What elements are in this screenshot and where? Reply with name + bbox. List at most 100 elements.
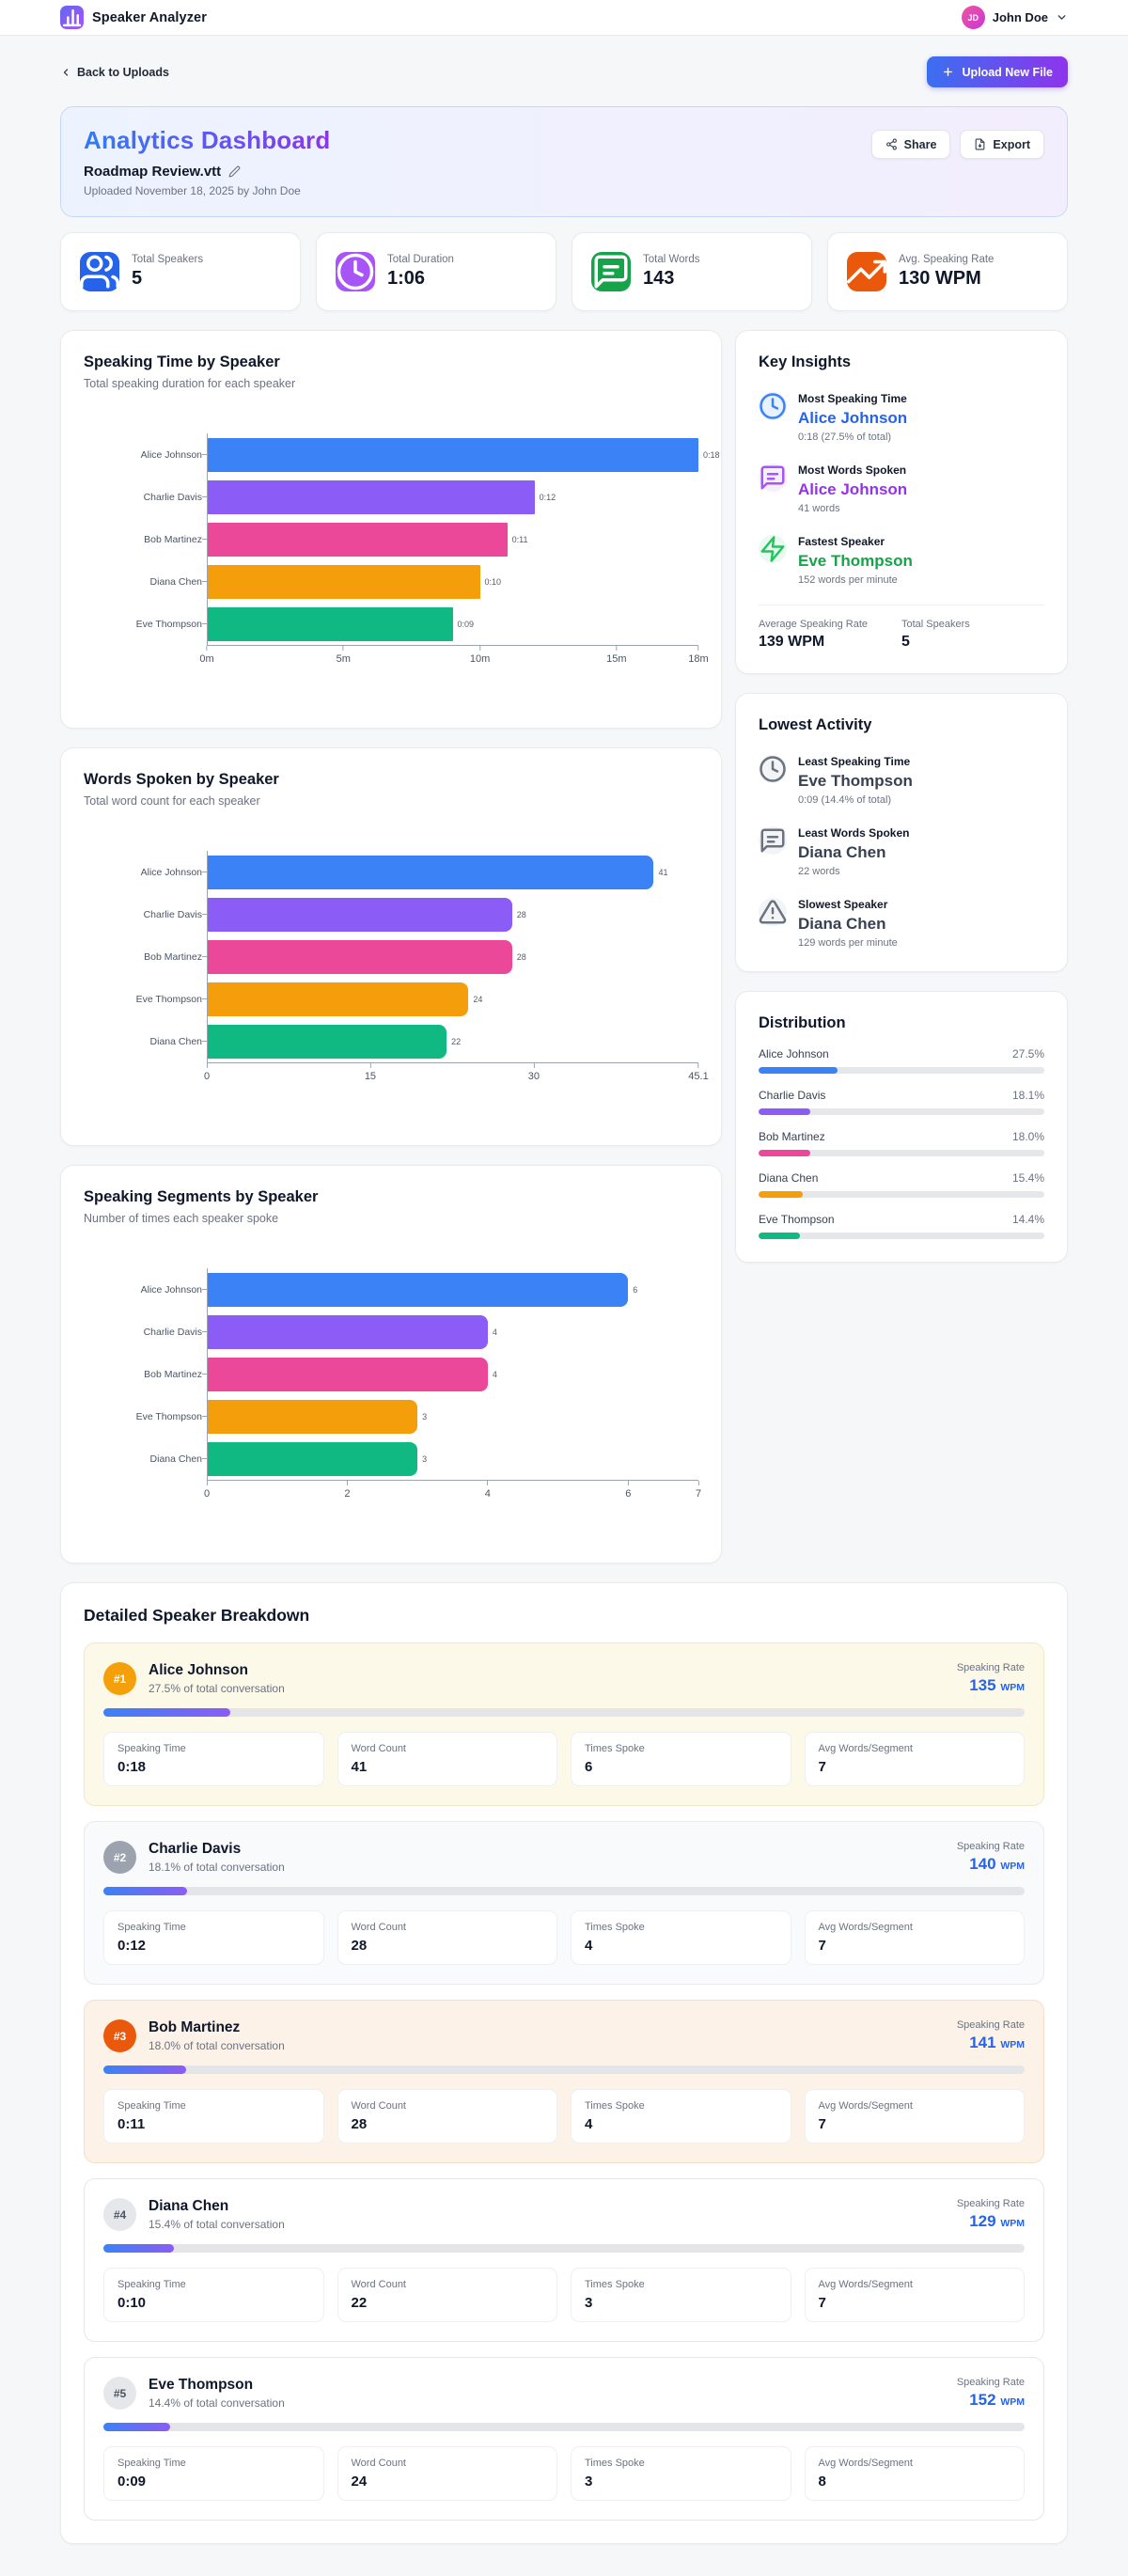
speaker-name: Bob Martinez (149, 2019, 285, 2036)
upload-label: Upload New File (962, 66, 1053, 79)
speaking-rate-value: 135 (969, 1676, 995, 1694)
bar (207, 1315, 488, 1349)
speaker-stat-box: Avg Words/Segment7 (805, 1732, 1026, 1786)
bar-value-label: 0:10 (485, 577, 502, 587)
avg-rate-value: 139 WPM (759, 634, 901, 651)
chart-row: Eve Thompson 3 (84, 1395, 698, 1437)
bar (207, 607, 453, 641)
stat-label: Total Words (643, 254, 700, 265)
insight-detail: 0:09 (14.4% of total) (798, 794, 913, 806)
export-button[interactable]: Export (960, 130, 1044, 159)
bar-value-label: 3 (422, 1412, 427, 1422)
y-axis-label: Bob Martinez (84, 1369, 202, 1380)
stat-card: Total Words 143 (572, 232, 812, 311)
distribution-track (759, 1108, 1044, 1115)
edit-pencil-icon[interactable] (228, 165, 241, 178)
speaker-stats: Speaking Time0:10Word Count22Times Spoke… (103, 2268, 1025, 2322)
topbar: Speaker Analyzer JD John Doe (0, 0, 1128, 36)
x-axis-tick: 18m (688, 646, 708, 665)
bar-value-label: 0:09 (458, 620, 475, 629)
speaker-stat-box: Word Count28 (337, 1910, 558, 1965)
bar-value-label: 4 (493, 1370, 497, 1379)
speaking-rate-label: Speaking Rate (957, 2198, 1025, 2209)
distribution-title: Distribution (759, 1014, 1044, 1032)
bar-value-label: 41 (658, 868, 667, 877)
chart-row: Charlie Davis28 (84, 893, 698, 935)
stat-value: 1:06 (387, 268, 454, 290)
chart-card: Speaking Segments by Speaker Number of t… (60, 1165, 722, 1563)
bar (207, 1273, 628, 1307)
speaker-progress-fill (103, 2423, 170, 2431)
rank-badge: #4 (103, 2198, 136, 2231)
stat-value: 5 (132, 268, 203, 290)
insight-speaker-name: Eve Thompson (798, 552, 913, 571)
y-axis-label: Bob Martinez (84, 534, 202, 545)
y-axis-label: Charlie Davis (84, 909, 202, 920)
share-button[interactable]: Share (871, 130, 951, 159)
x-axis-tick: 10m (470, 646, 490, 665)
insights-column: Key Insights Most Speaking Time Alice Jo… (735, 330, 1068, 1263)
speaker-card: #1 Alice Johnson 27.5% of total conversa… (84, 1642, 1044, 1806)
speaker-stat-box: Avg Words/Segment7 (805, 1910, 1026, 1965)
distribution-row: Alice Johnson 27.5% (759, 1047, 1044, 1074)
y-axis-label: Bob Martinez (84, 951, 202, 963)
charts-column: Speaking Time by Speaker Total speaking … (60, 330, 722, 1563)
y-axis-label: Eve Thompson (84, 619, 202, 630)
bar-chart: Alice Johnson6Charlie Davis4Bob Martinez… (84, 1268, 698, 1508)
insight-speaker-name: Diana Chen (798, 915, 898, 934)
x-axis-tick: 15m (606, 646, 626, 665)
bar (207, 940, 512, 974)
detailed-breakdown-panel: Detailed Speaker Breakdown #1 Alice John… (60, 1582, 1068, 2544)
speaker-stat-box: Word Count41 (337, 1732, 558, 1786)
page-title: Analytics Dashboard (84, 126, 330, 155)
stat-card: Avg. Speaking Rate 130 WPM (827, 232, 1068, 311)
bar-value-label: 0:18 (703, 450, 720, 460)
speaker-share: 14.4% of total conversation (149, 2396, 285, 2410)
stat-value: 143 (643, 268, 700, 290)
clock-icon (759, 755, 787, 783)
y-axis-label: Diana Chen (84, 576, 202, 588)
chart-row: Bob Martinez28 (84, 935, 698, 978)
insight-speaker-name: Diana Chen (798, 843, 909, 862)
distribution-fill (759, 1108, 810, 1115)
speaker-stats: Speaking Time0:11Word Count28Times Spoke… (103, 2089, 1025, 2144)
upload-new-file-button[interactable]: Upload New File (927, 56, 1068, 87)
y-axis-label: Alice Johnson (84, 449, 202, 461)
speaker-stat-box: Speaking Time0:10 (103, 2268, 324, 2322)
user-menu[interactable]: JD John Doe (962, 6, 1068, 29)
y-axis-label: Alice Johnson (84, 1284, 202, 1296)
distribution-rows: Alice Johnson 27.5% Charlie Davis 18.1% … (759, 1047, 1044, 1239)
avatar: JD (962, 6, 985, 29)
file-name: Roadmap Review.vtt (84, 164, 221, 180)
bar (207, 898, 512, 932)
bar-value-label: 0:11 (512, 535, 528, 544)
distribution-pct: 14.4% (1012, 1213, 1044, 1226)
bar-value-label: 24 (473, 995, 482, 1004)
distribution-track (759, 1233, 1044, 1239)
chart-row: Alice Johnson41 (84, 851, 698, 893)
rank-badge: #3 (103, 2019, 136, 2052)
speaker-card: #4 Diana Chen 15.4% of total conversatio… (84, 2178, 1044, 2342)
bar-value-label: 6 (633, 1285, 637, 1295)
chart-card: Speaking Time by Speaker Total speaking … (60, 330, 722, 729)
speaking-rate-unit: WPM (1000, 2396, 1025, 2408)
speaking-rate-value: 152 (969, 2391, 995, 2409)
bar-value-label: 3 (422, 1454, 427, 1464)
chart-row: Eve Thompson 0:09 (84, 603, 698, 645)
y-axis-label: Eve Thompson (84, 1411, 202, 1422)
insight-label: Fastest Speaker (798, 535, 913, 548)
message-icon (759, 826, 787, 855)
key-insights-items: Most Speaking Time Alice Johnson 0:18 (2… (759, 392, 1044, 586)
insight-detail: 41 words (798, 503, 907, 514)
trend-up-icon (847, 252, 886, 291)
distribution-pct: 27.5% (1012, 1047, 1044, 1060)
app-title: Speaker Analyzer (92, 10, 207, 25)
x-axis-tick: 5m (337, 646, 351, 665)
distribution-speaker: Eve Thompson (759, 1213, 835, 1226)
bar-value-label: 22 (451, 1037, 461, 1046)
speaker-stat-box: Speaking Time0:09 (103, 2446, 324, 2501)
back-to-uploads-link[interactable]: Back to Uploads (60, 66, 169, 79)
bar-chart: Alice Johnson41Charlie Davis28Bob Martin… (84, 851, 698, 1091)
speaker-name: Diana Chen (149, 2198, 285, 2215)
x-axis-tick: 30 (528, 1063, 540, 1082)
